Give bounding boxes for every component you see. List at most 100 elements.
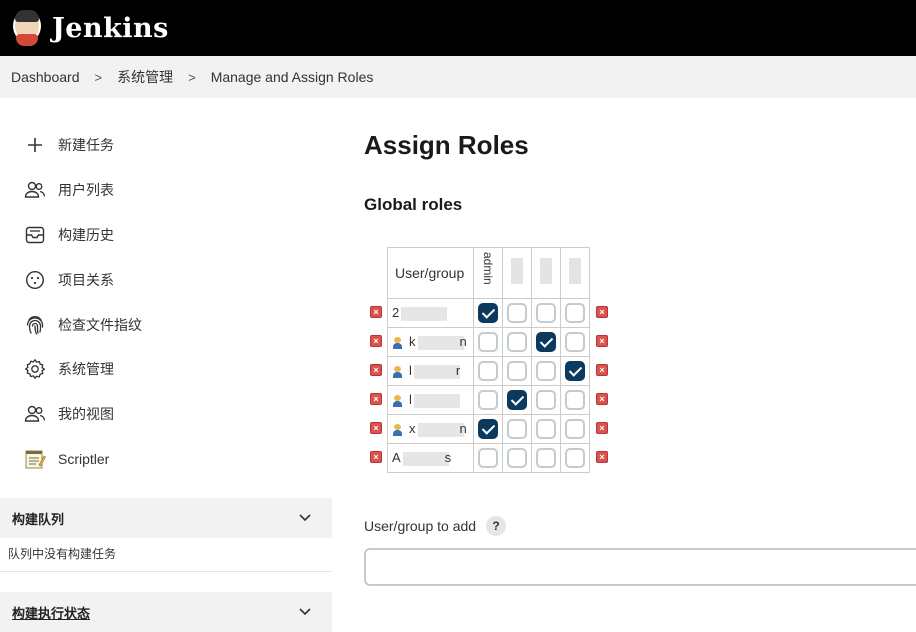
build-queue-empty-text: 队列中没有构建任务 <box>0 536 332 572</box>
role-checkbox[interactable] <box>536 448 556 468</box>
user-group-name: xn <box>387 414 474 444</box>
role-checkbox[interactable] <box>565 332 585 352</box>
role-checkbox[interactable] <box>507 361 527 381</box>
sidebar-item-scriptler[interactable]: Scriptler <box>24 447 109 471</box>
project-relations-icon <box>24 269 46 291</box>
role-checkbox[interactable] <box>565 303 585 323</box>
delete-row-icon[interactable]: × <box>596 364 608 376</box>
chevron-down-icon[interactable] <box>298 511 312 526</box>
role-cell <box>502 298 532 328</box>
delete-row-icon[interactable]: × <box>370 306 382 318</box>
role-checkbox[interactable] <box>507 419 527 439</box>
role-checkbox[interactable] <box>565 448 585 468</box>
user-group-column-header: User/group <box>387 247 474 299</box>
breadcrumb-separator: > <box>188 69 196 85</box>
role-cell <box>473 327 503 357</box>
help-icon[interactable]: ? <box>486 516 507 536</box>
delete-row-icon[interactable]: × <box>370 335 382 347</box>
sidebar-item-my-views[interactable]: 我的视图 <box>24 402 114 426</box>
role-cell <box>531 298 561 328</box>
table-row: kn <box>387 327 590 357</box>
sidebar-item-check-fingerprint[interactable]: 检查文件指纹 <box>24 313 142 337</box>
role-checkbox-checked[interactable] <box>536 332 556 352</box>
sidebar-item-label: 用户列表 <box>58 182 114 198</box>
role-checkbox[interactable] <box>507 332 527 352</box>
delete-row-icon[interactable]: × <box>596 422 608 434</box>
breadcrumb-system-management[interactable]: 系统管理 <box>117 67 173 87</box>
role-checkbox[interactable] <box>565 419 585 439</box>
delete-row-icon[interactable]: × <box>370 422 382 434</box>
delete-row-icon[interactable]: × <box>370 451 382 463</box>
brand-title[interactable]: Jenkins <box>52 13 169 44</box>
table-row: xn <box>387 414 590 444</box>
table-row: lr <box>387 356 590 386</box>
role-cell <box>560 414 590 444</box>
sidebar-item-user-list[interactable]: 用户列表 <box>24 178 114 202</box>
jenkins-logo-icon[interactable] <box>10 8 44 48</box>
delete-row-icon[interactable]: × <box>370 393 382 405</box>
user-icon <box>392 336 403 349</box>
user-name-suffix: s <box>444 450 452 466</box>
role-checkbox[interactable] <box>536 390 556 410</box>
delete-row-icon[interactable]: × <box>596 335 608 347</box>
role-cell <box>560 298 590 328</box>
delete-row-icon[interactable]: × <box>370 364 382 376</box>
role-checkbox-checked[interactable] <box>565 361 585 381</box>
role-checkbox[interactable] <box>536 361 556 381</box>
global-roles-table: User/group admin 2knlrlxnAs <box>387 247 590 473</box>
role-checkbox[interactable] <box>478 448 498 468</box>
user-name-text: l <box>409 363 412 379</box>
breadcrumb-current-page[interactable]: Manage and Assign Roles <box>211 69 374 85</box>
user-group-name: 2 <box>387 298 474 328</box>
role-checkbox[interactable] <box>536 419 556 439</box>
table-row: l <box>387 385 590 415</box>
user-group-name: lr <box>387 356 474 386</box>
user-group-to-add-label: User/group to add ? <box>364 516 507 536</box>
role-header <box>560 247 590 299</box>
role-checkbox[interactable] <box>478 361 498 381</box>
role-cell <box>502 327 532 357</box>
role-checkbox[interactable] <box>565 390 585 410</box>
user-icon <box>392 423 403 436</box>
notepad-icon <box>24 448 46 470</box>
sidebar-item-build-history[interactable]: 构建历史 <box>24 223 114 247</box>
role-cell <box>560 443 590 473</box>
user-icon <box>392 394 403 407</box>
executor-status-header[interactable]: 构建执行状态 <box>0 592 332 632</box>
role-checkbox[interactable] <box>478 390 498 410</box>
breadcrumb-separator: > <box>94 69 103 85</box>
role-header <box>502 247 532 299</box>
inbox-icon <box>24 224 46 246</box>
role-header-admin: admin <box>473 247 503 299</box>
sidebar-item-new-task[interactable]: 新建任务 <box>24 133 114 157</box>
role-checkbox[interactable] <box>478 332 498 352</box>
plus-icon <box>24 134 46 156</box>
role-checkbox[interactable] <box>536 303 556 323</box>
section-title: Global roles <box>364 195 463 214</box>
role-cell <box>502 385 532 415</box>
delete-row-icon[interactable]: × <box>596 451 608 463</box>
role-checkbox[interactable] <box>507 303 527 323</box>
build-queue-header[interactable]: 构建队列 <box>0 498 332 538</box>
executor-status-title[interactable]: 构建执行状态 <box>12 603 90 622</box>
delete-row-icon[interactable]: × <box>596 306 608 318</box>
delete-row-icon[interactable]: × <box>596 393 608 405</box>
sidebar-item-project-relations[interactable]: 项目关系 <box>24 268 114 292</box>
table-header-row: User/group admin <box>387 247 590 299</box>
table-row: 2 <box>387 298 590 328</box>
breadcrumb-dashboard[interactable]: Dashboard <box>11 69 80 85</box>
chevron-down-icon[interactable] <box>298 605 312 620</box>
role-checkbox[interactable] <box>507 448 527 468</box>
user-name-text: 2 <box>392 305 400 321</box>
role-checkbox-checked[interactable] <box>507 390 527 410</box>
role-cell <box>502 414 532 444</box>
user-group-to-add-input[interactable] <box>364 548 916 586</box>
role-cell <box>502 356 532 386</box>
role-cell <box>531 327 561 357</box>
role-checkbox-checked[interactable] <box>478 303 498 323</box>
user-name-text: l <box>409 392 412 408</box>
role-cell <box>531 385 561 415</box>
role-checkbox-checked[interactable] <box>478 419 498 439</box>
user-name-text: k <box>409 334 416 350</box>
sidebar-item-system-management[interactable]: 系统管理 <box>24 357 114 381</box>
